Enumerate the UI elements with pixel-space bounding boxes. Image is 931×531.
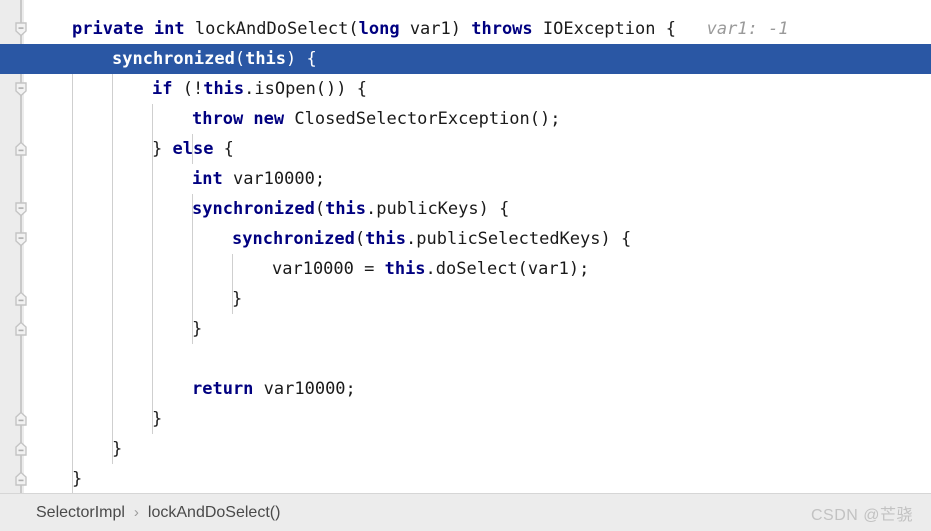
token-kw: int	[192, 169, 223, 189]
token-id: }	[72, 469, 83, 489]
code-line-text: var10000 = this.doSelect(var1);	[272, 254, 589, 284]
code-editor-window: private int lockAndDoSelect(long var1) t…	[0, 0, 931, 531]
token-id	[144, 19, 154, 39]
code-line[interactable]: private int lockAndDoSelect(long var1) t…	[0, 14, 931, 44]
token-id: .isOpen()) {	[244, 79, 367, 99]
token-kw: int	[153, 19, 185, 39]
token-kw: throw new	[192, 109, 285, 129]
code-line[interactable]: var10000 = this.doSelect(var1);	[0, 254, 931, 284]
token-id: IOException {	[532, 19, 676, 39]
code-line-text: }	[192, 314, 202, 344]
token-id: ClosedSelectorException();	[284, 109, 561, 129]
code-line[interactable]: }	[0, 404, 931, 434]
code-line[interactable]: } else {	[0, 134, 931, 164]
code-line-text: }	[152, 404, 162, 434]
token-id: var10000;	[222, 169, 326, 189]
token-id: }	[192, 319, 203, 339]
code-line[interactable]: }	[0, 434, 931, 464]
token-kw: private	[72, 19, 144, 39]
code-line-text: throw new ClosedSelectorException();	[192, 104, 560, 134]
watermark: CSDN @芒骁	[810, 506, 913, 524]
token-kw: throws	[471, 19, 533, 39]
token-id: .publicKeys) {	[366, 199, 510, 219]
token-kw: synchronized	[192, 199, 315, 219]
code-line-text: int var10000;	[192, 164, 325, 194]
token-id: var1)	[399, 19, 472, 39]
code-line-text: return var10000;	[192, 374, 356, 404]
code-line-text: private int lockAndDoSelect(long var1) t…	[72, 14, 789, 44]
breadcrumb-item[interactable]: lockAndDoSelect()	[148, 504, 281, 522]
editor-statusbar: SelectorImpl › lockAndDoSelect() CSDN @芒骁	[0, 493, 931, 531]
token-kw: long	[358, 19, 400, 39]
token-kw: this	[325, 199, 367, 219]
code-line[interactable]: return var10000;	[0, 374, 931, 404]
code-line-text: synchronized(this.publicKeys) {	[192, 194, 509, 224]
code-line-text: }	[72, 464, 82, 493]
token-id: (	[314, 199, 326, 219]
token-id: (	[354, 229, 366, 249]
token-kw: else	[172, 139, 214, 159]
token-id: var10000 =	[272, 259, 385, 279]
code-line[interactable]	[0, 344, 931, 374]
code-line[interactable]: synchronized(this.publicKeys) {	[0, 194, 931, 224]
code-lines[interactable]: private int lockAndDoSelect(long var1) t…	[0, 0, 931, 493]
token-id: }	[232, 289, 243, 309]
token-hint: var1: -1	[675, 19, 789, 39]
code-line-text: } else {	[152, 134, 234, 164]
token-id: }	[152, 139, 173, 159]
token-kw: if	[152, 79, 173, 99]
code-line[interactable]: synchronized(this) {	[0, 44, 931, 74]
token-kw: return	[192, 379, 254, 399]
code-line[interactable]: throw new ClosedSelectorException();	[0, 104, 931, 134]
code-line-text: }	[232, 284, 242, 314]
editor-viewport[interactable]: private int lockAndDoSelect(long var1) t…	[0, 0, 931, 493]
code-line-text: synchronized(this.publicSelectedKeys) {	[232, 224, 631, 254]
token-id: ) {	[286, 49, 317, 69]
breadcrumb-item[interactable]: SelectorImpl	[36, 504, 125, 522]
token-kw: this	[245, 49, 287, 69]
token-id: }	[152, 409, 163, 429]
code-line[interactable]: if (!this.isOpen()) {	[0, 74, 931, 104]
token-id: var10000;	[253, 379, 356, 399]
token-id: (!	[172, 79, 204, 99]
code-line[interactable]: int var10000;	[0, 164, 931, 194]
token-id: (	[234, 49, 246, 69]
token-id: }	[112, 439, 123, 459]
token-kw: this	[203, 79, 245, 99]
code-line-text: }	[112, 434, 122, 464]
token-kw: this	[365, 229, 407, 249]
code-line[interactable]: synchronized(this.publicSelectedKeys) {	[0, 224, 931, 254]
code-line-text: if (!this.isOpen()) {	[152, 74, 367, 104]
token-id: lockAndDoSelect(	[184, 19, 359, 39]
token-id: .doSelect(var1);	[425, 259, 590, 279]
breadcrumb[interactable]: SelectorImpl › lockAndDoSelect()	[36, 494, 280, 531]
token-kw: synchronized	[232, 229, 355, 249]
token-kw: this	[384, 259, 426, 279]
token-kw: synchronized	[112, 49, 235, 69]
token-id: .publicSelectedKeys) {	[406, 229, 632, 249]
code-line[interactable]: }	[0, 314, 931, 344]
code-line[interactable]: }	[0, 284, 931, 314]
code-line-text: synchronized(this) {	[112, 44, 317, 74]
code-line[interactable]: }	[0, 464, 931, 493]
token-id: {	[213, 139, 234, 159]
breadcrumb-separator-icon: ›	[133, 504, 139, 521]
